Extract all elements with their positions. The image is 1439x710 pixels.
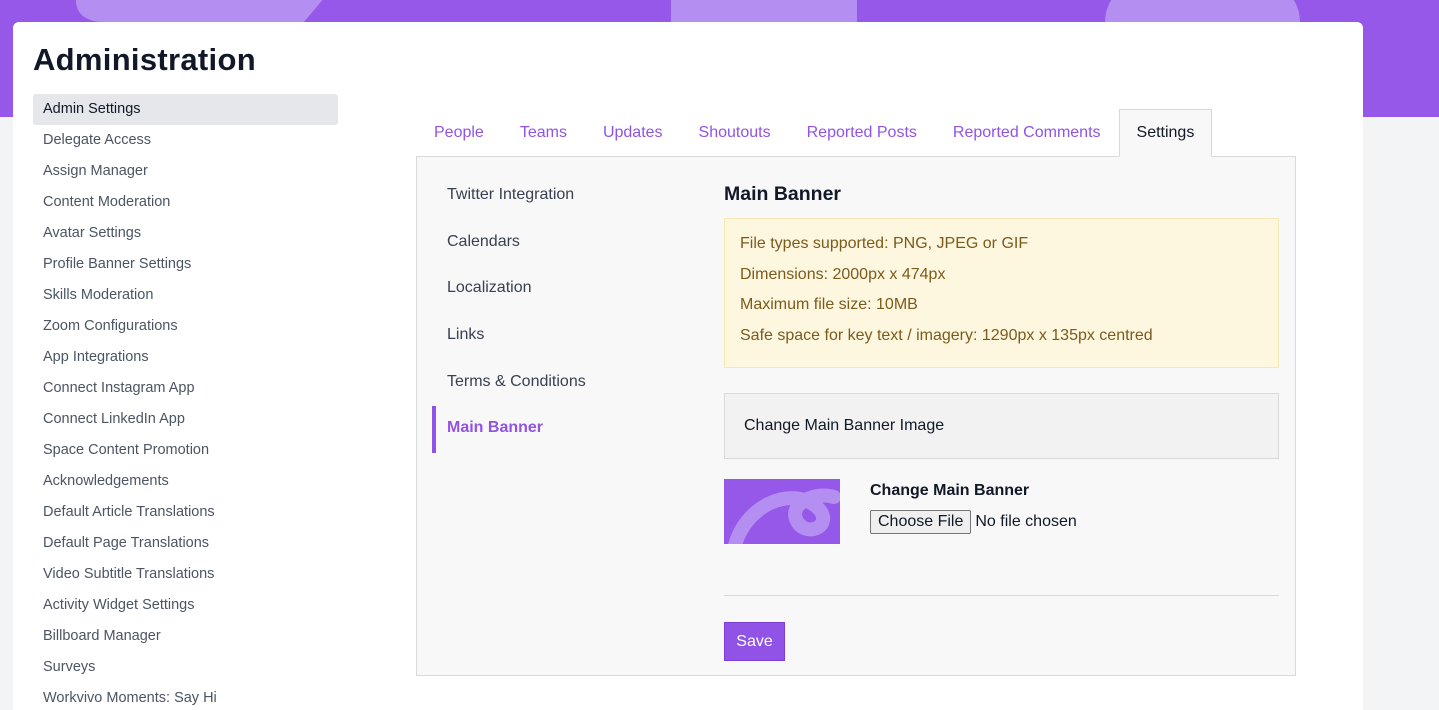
sidebar-item-default-page-translations[interactable]: Default Page Translations xyxy=(33,528,338,559)
banner-preview-image xyxy=(724,479,840,544)
upload-label: Change Main Banner xyxy=(870,482,1030,499)
sidebar-item-skills-moderation[interactable]: Skills Moderation xyxy=(33,280,338,311)
info-safe-space: Safe space for key text / imagery: 1290p… xyxy=(740,326,1153,344)
sidebar-item-connect-linkedin-app[interactable]: Connect LinkedIn App xyxy=(33,404,338,435)
file-input: Choose File No file chosen xyxy=(870,510,1077,534)
page-title: Administration xyxy=(33,42,256,77)
section-title: Main Banner xyxy=(724,183,842,205)
choose-file-button[interactable]: Choose File xyxy=(870,510,972,534)
sidebar-item-connect-instagram-app[interactable]: Connect Instagram App xyxy=(33,373,338,404)
info-dimensions: Dimensions: 2000px x 474px xyxy=(740,265,946,283)
banner-shape xyxy=(671,0,857,22)
sidebar-item-space-content-promotion[interactable]: Space Content Promotion xyxy=(33,435,338,466)
sidebar-item-workvivo-moments[interactable]: Workvivo Moments: Say Hi xyxy=(33,683,338,710)
sidebar-item-zoom-configurations[interactable]: Zoom Configurations xyxy=(33,311,338,342)
banner-shape xyxy=(1105,0,1300,22)
admin-tabs: People Teams Updates Shoutouts Reported … xyxy=(416,109,1213,157)
subnav-item-links[interactable]: Links xyxy=(432,313,682,360)
subnav-item-terms-conditions[interactable]: Terms & Conditions xyxy=(432,360,682,407)
tab-settings[interactable]: Settings xyxy=(1118,109,1213,157)
admin-sidebar: Admin Settings Delegate Access Assign Ma… xyxy=(33,94,338,710)
tab-teams[interactable]: Teams xyxy=(502,109,585,157)
tab-reported-comments[interactable]: Reported Comments xyxy=(935,109,1119,157)
file-status: No file chosen xyxy=(975,513,1077,530)
info-file-types: File types supported: PNG, JPEG or GIF xyxy=(740,235,1029,252)
sidebar-item-activity-widget-settings[interactable]: Activity Widget Settings xyxy=(33,590,338,621)
upload-row: Change Main Banner Choose File No file c… xyxy=(724,479,1279,545)
sidebar-item-content-moderation[interactable]: Content Moderation xyxy=(33,187,338,218)
tab-updates[interactable]: Updates xyxy=(585,109,681,157)
banner-preview-graphic xyxy=(728,488,840,544)
subnav-item-calendars[interactable]: Calendars xyxy=(432,220,682,267)
sidebar-item-acknowledgements[interactable]: Acknowledgements xyxy=(33,466,338,497)
subnav-item-main-banner[interactable]: Main Banner xyxy=(432,406,682,454)
settings-subnav: Twitter Integration Calendars Localizati… xyxy=(432,173,682,454)
info-max-file-size: Maximum file size: 10MB xyxy=(740,296,918,313)
sidebar-item-default-article-translations[interactable]: Default Article Translations xyxy=(33,497,338,528)
subnav-item-localization[interactable]: Localization xyxy=(432,266,682,313)
sidebar-item-profile-banner-settings[interactable]: Profile Banner Settings xyxy=(33,249,338,280)
tab-people[interactable]: People xyxy=(416,109,502,157)
admin-card: Administration Admin Settings Delegate A… xyxy=(13,22,1363,710)
sidebar-item-surveys[interactable]: Surveys xyxy=(33,652,338,683)
sidebar-item-video-subtitle-translations[interactable]: Video Subtitle Translations xyxy=(33,559,338,590)
subnav-item-twitter-integration[interactable]: Twitter Integration xyxy=(432,173,682,220)
change-banner-heading: Change Main Banner Image xyxy=(724,393,1279,459)
sidebar-item-assign-manager[interactable]: Assign Manager xyxy=(33,156,338,187)
settings-panel: Twitter Integration Calendars Localizati… xyxy=(416,156,1296,676)
main-banner-content: Main Banner File types supported: PNG, J… xyxy=(724,183,1279,661)
sidebar-item-admin-settings[interactable]: Admin Settings xyxy=(33,94,338,125)
banner-requirements-notice: File types supported: PNG, JPEG or GIF D… xyxy=(724,218,1279,368)
sidebar-item-billboard-manager[interactable]: Billboard Manager xyxy=(33,621,338,652)
banner-shape xyxy=(43,0,357,22)
tab-reported-posts[interactable]: Reported Posts xyxy=(789,109,935,157)
save-button[interactable]: Save xyxy=(724,622,785,661)
tab-shoutouts[interactable]: Shoutouts xyxy=(681,109,789,157)
sidebar-item-app-integrations[interactable]: App Integrations xyxy=(33,342,338,373)
divider xyxy=(724,595,1279,596)
upload-area: Change Main Banner Choose File No file c… xyxy=(870,482,1077,534)
sidebar-item-avatar-settings[interactable]: Avatar Settings xyxy=(33,218,338,249)
sidebar-item-delegate-access[interactable]: Delegate Access xyxy=(33,125,338,156)
